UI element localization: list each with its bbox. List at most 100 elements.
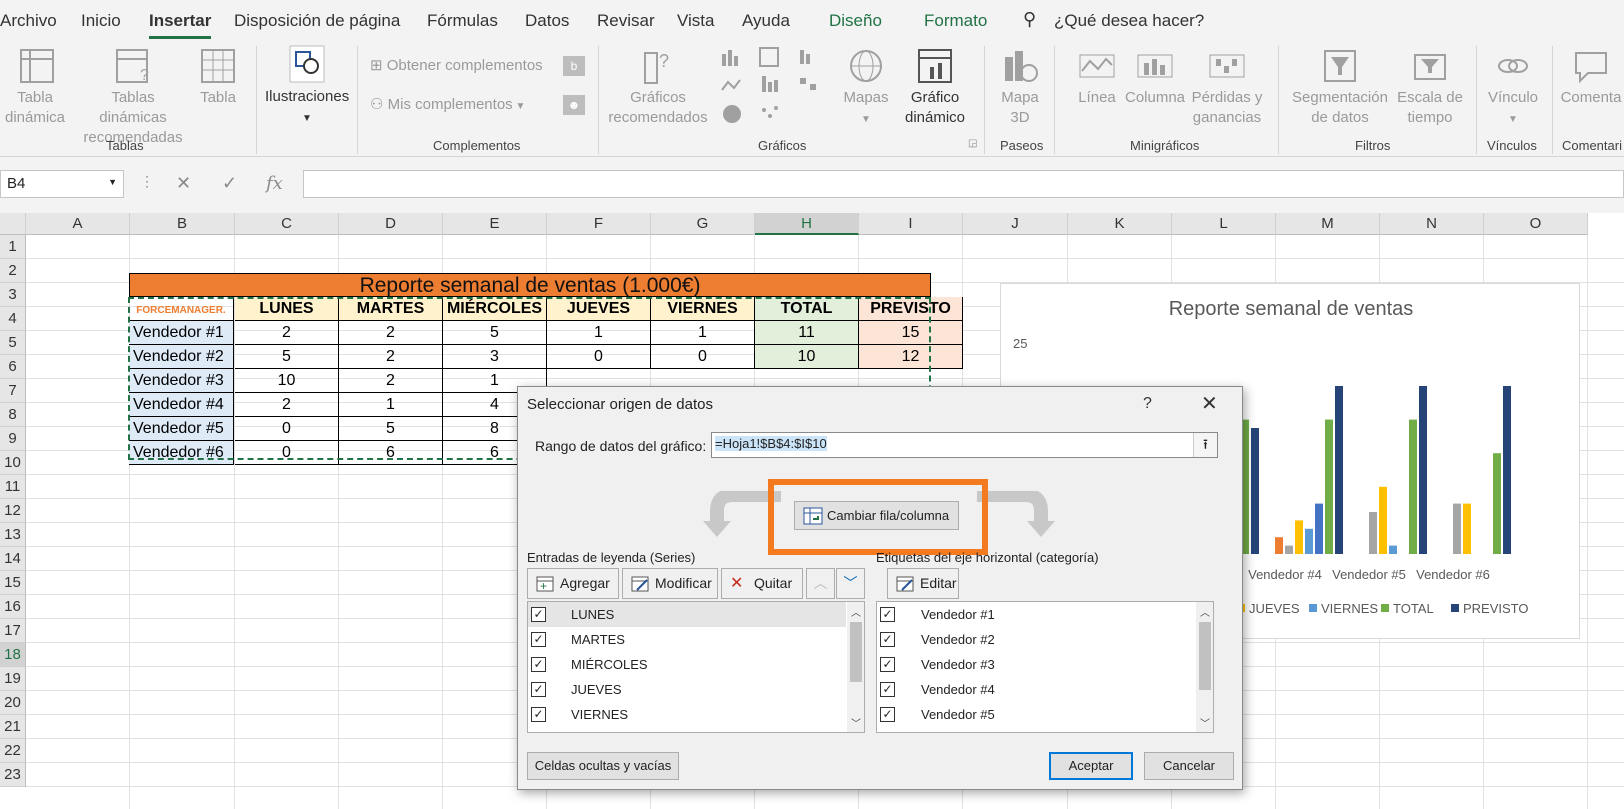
- checkbox[interactable]: ✓: [531, 657, 546, 672]
- chart-bar[interactable]: [1315, 503, 1323, 554]
- vendor-cell[interactable]: Vendedor #4: [129, 393, 234, 417]
- maps-button[interactable]: Mapas ▼: [838, 47, 894, 130]
- list-item[interactable]: ✓ LUNES: [528, 602, 846, 627]
- row-header[interactable]: 23: [0, 763, 26, 787]
- help-button[interactable]: ?: [1143, 395, 1152, 413]
- list-item[interactable]: ✓ JUEVES: [528, 677, 846, 702]
- value-cell[interactable]: 2: [235, 393, 339, 417]
- series-list[interactable]: ✓ LUNES ✓ MARTES ✓ MIÉRCOLES ✓ JUEVES ✓ VIERNES ︿…: [527, 601, 865, 733]
- value-cell[interactable]: 5: [339, 417, 443, 441]
- chart-bar[interactable]: [1379, 486, 1387, 554]
- header-cell[interactable]: TOTAL: [755, 297, 859, 321]
- row-header[interactable]: 9: [0, 427, 26, 451]
- column-header[interactable]: C: [235, 213, 339, 235]
- checkbox[interactable]: ✓: [880, 657, 895, 672]
- chart-bar[interactable]: [1325, 419, 1333, 554]
- row-header[interactable]: 4: [0, 307, 26, 331]
- row-header[interactable]: 17: [0, 619, 26, 643]
- chart-bar[interactable]: [1409, 419, 1417, 554]
- menu-revisar[interactable]: Revisar: [597, 11, 655, 31]
- remove-series-button[interactable]: ✕ Quitar: [721, 568, 803, 599]
- formula-input[interactable]: [303, 170, 1624, 198]
- column-header[interactable]: F: [547, 213, 651, 235]
- pivot-chart-button[interactable]: Gráfico dinámico: [896, 47, 974, 128]
- value-cell[interactable]: 5: [443, 321, 547, 345]
- column-header[interactable]: O: [1484, 213, 1588, 235]
- value-cell[interactable]: 0: [235, 417, 339, 441]
- sparkline-line-button[interactable]: Línea: [1074, 47, 1120, 108]
- chevron-up-icon[interactable]: ︿: [1200, 604, 1210, 619]
- list-item[interactable]: ✓ VIERNES: [528, 702, 846, 727]
- logo-cell[interactable]: FORCEMANAGER.: [129, 297, 234, 321]
- row-header[interactable]: 13: [0, 523, 26, 547]
- column-header[interactable]: H: [755, 213, 859, 235]
- row-header[interactable]: 21: [0, 715, 26, 739]
- recommended-charts-button[interactable]: ? Gráficos recomendados: [606, 47, 710, 128]
- column-header[interactable]: I: [859, 213, 963, 235]
- category-scrollbar[interactable]: ︿ ﹀: [1196, 602, 1213, 732]
- value-cell[interactable]: 6: [339, 441, 443, 465]
- scroll-thumb[interactable]: [1199, 622, 1211, 690]
- scroll-thumb[interactable]: [850, 622, 862, 682]
- search-box[interactable]: ¿Qué desea hacer?: [1054, 11, 1204, 31]
- my-addins-button[interactable]: ⚇ Mis complementos ▼: [370, 95, 525, 117]
- checkbox[interactable]: ✓: [880, 682, 895, 697]
- chart-bar[interactable]: [1493, 453, 1501, 554]
- edit-axis-labels-button[interactable]: Editar: [887, 568, 959, 599]
- move-up-button[interactable]: ︿: [806, 568, 835, 599]
- menu-inicio[interactable]: Inicio: [81, 11, 121, 31]
- list-item[interactable]: ✓ Vendedor #1: [877, 602, 1195, 627]
- menu-disposicion[interactable]: Disposición de página: [234, 11, 400, 31]
- link-button[interactable]: Vínculo ▼: [1482, 47, 1544, 130]
- vendor-cell[interactable]: Vendedor #5: [129, 417, 234, 441]
- chart-bar[interactable]: [1285, 545, 1293, 554]
- value-cell[interactable]: 1: [651, 321, 755, 345]
- slicer-button[interactable]: Segmentación de datos: [1285, 47, 1395, 128]
- menu-ayuda[interactable]: Ayuda: [742, 11, 790, 31]
- chart-bar[interactable]: [1275, 537, 1283, 554]
- chevron-down-icon[interactable]: ﹀: [851, 715, 861, 730]
- header-cell[interactable]: LUNES: [235, 297, 339, 321]
- timeline-button[interactable]: Escala de tiempo: [1395, 47, 1465, 128]
- 3d-map-button[interactable]: Mapa 3D: [992, 47, 1048, 128]
- menu-diseno[interactable]: Diseño: [829, 11, 882, 31]
- row-header[interactable]: 14: [0, 547, 26, 571]
- checkbox[interactable]: ✓: [880, 632, 895, 647]
- chart-bar[interactable]: [1419, 386, 1427, 554]
- row-header[interactable]: 11: [0, 475, 26, 499]
- value-cell[interactable]: 2: [339, 369, 443, 393]
- hidden-empty-cells-button[interactable]: Celdas ocultas y vacías: [527, 752, 679, 780]
- cancel-icon[interactable]: ✕: [176, 173, 191, 194]
- list-item[interactable]: ✓ Vendedor #5: [877, 702, 1195, 727]
- chart-bar[interactable]: [1463, 503, 1471, 554]
- value-cell[interactable]: 12: [859, 345, 963, 369]
- column-header[interactable]: L: [1172, 213, 1276, 235]
- row-header[interactable]: 7: [0, 379, 26, 403]
- checkbox[interactable]: ✓: [531, 707, 546, 722]
- row-header[interactable]: 1: [0, 235, 26, 259]
- switch-row-column-button[interactable]: Cambiar fila/columna: [794, 501, 959, 530]
- column-header[interactable]: K: [1068, 213, 1172, 235]
- chart-range-input[interactable]: =Hoja1!$B$4:$I$10 ⭱: [711, 432, 1218, 458]
- get-addins-button[interactable]: ⊞ Obtener complementos: [370, 56, 543, 76]
- menu-datos[interactable]: Datos: [525, 11, 569, 31]
- value-cell[interactable]: 10: [235, 369, 339, 393]
- list-item[interactable]: ✓ MIÉRCOLES: [528, 652, 846, 677]
- chevron-up-icon[interactable]: ︿: [851, 604, 861, 619]
- column-header[interactable]: B: [130, 213, 235, 235]
- checkbox[interactable]: ✓: [531, 682, 546, 697]
- row-header[interactable]: 3: [0, 283, 26, 307]
- row-header[interactable]: 22: [0, 739, 26, 763]
- list-item[interactable]: ✓ MARTES: [528, 627, 846, 652]
- cancel-button[interactable]: Cancelar: [1144, 752, 1234, 780]
- row-header[interactable]: 10: [0, 451, 26, 475]
- list-item[interactable]: ✓ Vendedor #3: [877, 652, 1195, 677]
- row-header[interactable]: 2: [0, 259, 26, 283]
- value-cell[interactable]: 0: [547, 345, 651, 369]
- chart-bar[interactable]: [1389, 545, 1397, 554]
- recommended-pivot-button[interactable]: ? Tablas dinámicas recomendadas: [76, 47, 190, 148]
- menu-insertar[interactable]: Insertar: [149, 11, 212, 39]
- search-icon[interactable]: ⚲: [1023, 9, 1036, 30]
- pivot-table-button[interactable]: Tabla dinámica: [5, 47, 69, 128]
- header-cell[interactable]: MARTES: [339, 297, 443, 321]
